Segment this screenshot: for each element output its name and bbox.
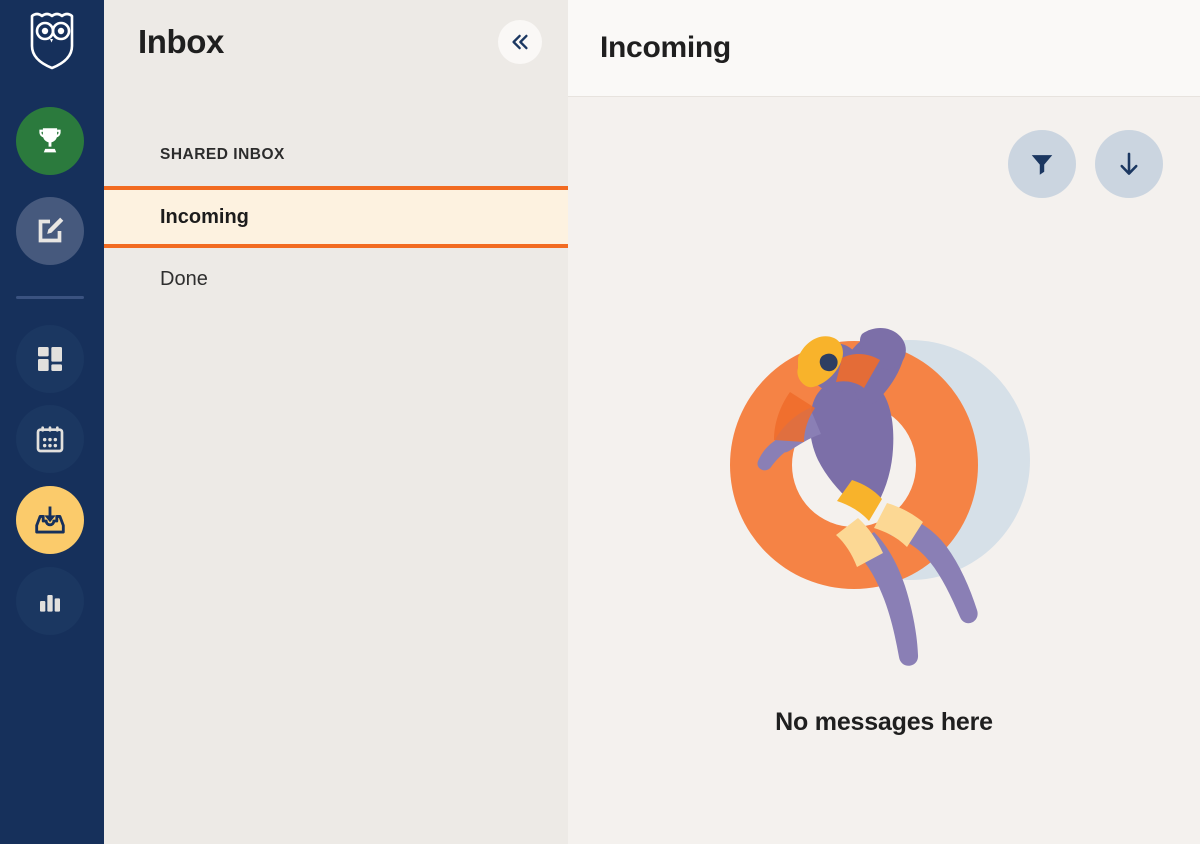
folder-item-label: Done <box>160 267 208 290</box>
page-title: Inbox <box>138 23 224 60</box>
inbox-list-panel: Inbox SHARED INBOX Incoming Done <box>104 0 568 844</box>
empty-state-message: No messages here <box>775 708 993 736</box>
nav-item-inbox[interactable] <box>16 486 84 554</box>
list-panel-header: Inbox <box>104 0 568 84</box>
nav-item-compose[interactable] <box>16 197 84 265</box>
folder-item-incoming[interactable]: Incoming <box>104 186 568 248</box>
main-content-panel: Incoming No messages here <box>568 0 1200 844</box>
trophy-icon <box>39 128 61 153</box>
nav-divider <box>16 296 84 299</box>
compose-pencil-icon <box>38 217 64 243</box>
main-panel-title: Incoming <box>600 31 731 64</box>
inbox-app: Inbox SHARED INBOX Incoming Done Incomin… <box>0 0 1200 844</box>
bar-chart-icon <box>40 595 60 612</box>
person-floating-on-pool-ring-illustration <box>730 328 1030 666</box>
app-logo[interactable] <box>0 8 104 72</box>
message-action-bar <box>1008 130 1163 198</box>
filter-button[interactable] <box>1008 130 1076 198</box>
calendar-icon <box>36 426 64 453</box>
folder-item-done[interactable]: Done <box>104 248 568 310</box>
folder-item-label: Incoming <box>160 205 249 228</box>
shared-inbox-section-label: SHARED INBOX <box>160 146 285 163</box>
sort-button[interactable] <box>1095 130 1163 198</box>
nav-item-analytics[interactable] <box>16 567 84 635</box>
nav-item-planner[interactable] <box>16 405 84 473</box>
empty-state: No messages here <box>568 300 1200 737</box>
nav-item-rewards[interactable] <box>16 107 84 175</box>
double-chevron-left-icon <box>512 34 528 50</box>
left-nav-rail <box>0 0 104 844</box>
hootsuite-owl-logo-icon <box>30 12 74 70</box>
nav-item-streams[interactable] <box>16 325 84 393</box>
folder-list: Incoming Done <box>104 186 568 310</box>
collapse-panel-button[interactable] <box>498 20 542 64</box>
main-panel-header: Incoming <box>568 0 1200 97</box>
filter-funnel-icon <box>1031 155 1053 175</box>
arrow-down-icon <box>1120 152 1138 175</box>
inbox-tray-icon <box>35 506 65 534</box>
streams-grid-icon <box>38 347 62 371</box>
